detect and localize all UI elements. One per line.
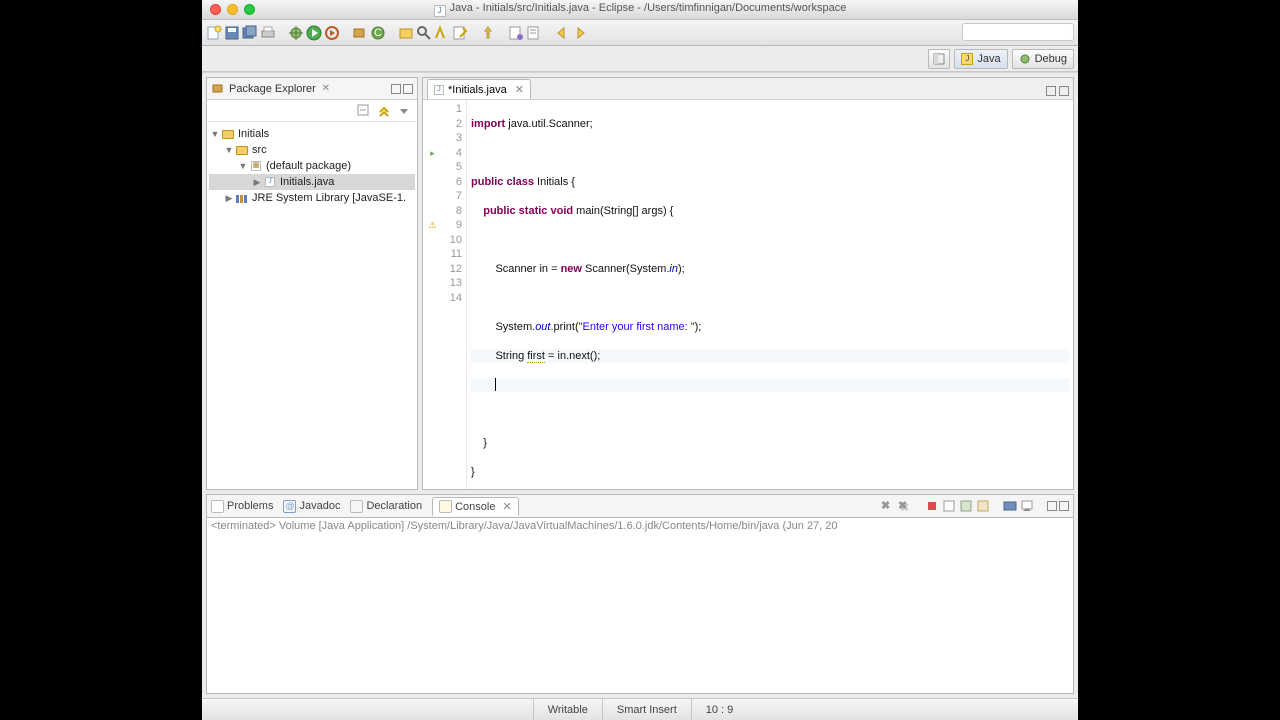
package-explorer-header: Package Explorer ✕: [207, 78, 417, 100]
console-line: <terminated> Volume [Java Application] /…: [211, 520, 1069, 532]
package-explorer-view: Package Explorer ✕ ▼Initials ▼src ▼▦(def…: [206, 77, 418, 490]
tree-file-initials[interactable]: ▶JInitials.java: [209, 174, 415, 190]
tree-jre-library[interactable]: ▶JRE System Library [JavaSE-1.: [209, 190, 415, 206]
new-package-icon[interactable]: [352, 25, 368, 41]
status-insert-mode: Smart Insert: [602, 699, 691, 720]
tree-project[interactable]: ▼Initials: [209, 126, 415, 142]
new-icon[interactable]: [206, 25, 222, 41]
remove-launch-icon[interactable]: ✖: [881, 499, 896, 514]
package-explorer-toolbar: [207, 100, 417, 122]
maximize-bottom-icon[interactable]: [1059, 501, 1069, 511]
declaration-tab[interactable]: Declaration: [350, 500, 422, 513]
warning-marker-icon[interactable]: ⚠: [423, 218, 442, 233]
close-view-icon[interactable]: ✕: [320, 83, 332, 95]
code-editor[interactable]: ▸ ⚠ 1234567891011121314 import java.util…: [423, 100, 1073, 489]
text-cursor: [495, 378, 496, 391]
scroll-lock-icon[interactable]: [959, 499, 974, 514]
bottom-tabs: Problems @Javadoc Declaration Console✕ ✖…: [206, 494, 1074, 517]
main-toolbar: C: [202, 20, 1078, 46]
svg-text:C: C: [374, 27, 382, 39]
close-console-icon[interactable]: ✕: [502, 500, 511, 513]
perspective-bar: JJava Debug: [202, 46, 1078, 72]
status-writable: Writable: [533, 699, 602, 720]
save-icon[interactable]: [224, 25, 240, 41]
open-console-icon[interactable]: [1020, 499, 1035, 514]
task-list-icon[interactable]: [526, 25, 542, 41]
maximize-view-icon[interactable]: [403, 84, 413, 94]
task-icon[interactable]: [508, 25, 524, 41]
collapse-all-icon[interactable]: [357, 104, 371, 118]
editor-area: J *Initials.java ✕ ▸ ⚠: [422, 77, 1074, 490]
console-tab[interactable]: Console✕: [432, 497, 519, 516]
forward-icon[interactable]: [572, 25, 588, 41]
annotation-icon[interactable]: [452, 25, 468, 41]
quick-access-input[interactable]: [962, 23, 1074, 41]
bottom-panel: Problems @Javadoc Declaration Console✕ ✖…: [206, 494, 1074, 694]
javadoc-tab[interactable]: @Javadoc: [283, 500, 340, 513]
minimize-view-icon[interactable]: [391, 84, 401, 94]
project-tree[interactable]: ▼Initials ▼src ▼▦(default package) ▶JIni…: [207, 122, 417, 489]
code-body[interactable]: import java.util.Scanner; public class I…: [467, 100, 1073, 489]
run-icon[interactable]: [306, 25, 322, 41]
problems-tab[interactable]: Problems: [211, 500, 273, 513]
search-icon[interactable]: [416, 25, 432, 41]
console-toolbar: ✖ ✖: [881, 499, 1069, 514]
minimize-bottom-icon[interactable]: [1047, 501, 1057, 511]
pin-console-icon[interactable]: [976, 499, 991, 514]
declaration-icon: [350, 500, 363, 513]
remove-all-launches-icon[interactable]: ✖: [898, 499, 913, 514]
display-console-icon[interactable]: [1003, 499, 1018, 514]
javadoc-icon: @: [283, 500, 296, 513]
editor-tab-label: *Initials.java: [448, 84, 507, 96]
view-menu-icon[interactable]: [397, 104, 411, 118]
new-class-icon[interactable]: C: [370, 25, 386, 41]
debug-perspective-button[interactable]: Debug: [1012, 49, 1074, 69]
debug-icon[interactable]: [288, 25, 304, 41]
eclipse-window: JJava - Initials/src/Initials.java - Ecl…: [202, 0, 1078, 720]
java-file-icon: J: [434, 85, 444, 95]
status-bar: Writable Smart Insert 10 : 9: [202, 698, 1078, 720]
console-output[interactable]: <terminated> Volume [Java Application] /…: [206, 517, 1074, 694]
editor-tab-initials[interactable]: J *Initials.java ✕: [427, 79, 531, 99]
tree-package[interactable]: ▼▦(default package): [209, 158, 415, 174]
package-explorer-icon: [211, 82, 225, 96]
override-marker-icon: ▸: [423, 146, 442, 161]
package-explorer-title: Package Explorer: [229, 83, 316, 95]
open-type-icon[interactable]: [398, 25, 414, 41]
status-cursor-position: 10 : 9: [691, 699, 748, 720]
save-all-icon[interactable]: [242, 25, 258, 41]
window-title: JJava - Initials/src/Initials.java - Ecl…: [202, 2, 1078, 17]
editor-tabs: J *Initials.java ✕: [423, 78, 1073, 100]
workbench: Package Explorer ✕ ▼Initials ▼src ▼▦(def…: [202, 72, 1078, 494]
tree-src[interactable]: ▼src: [209, 142, 415, 158]
run-last-icon[interactable]: [324, 25, 340, 41]
open-perspective-button[interactable]: [928, 49, 950, 69]
print-icon[interactable]: [260, 25, 276, 41]
toggle-mark-icon[interactable]: [434, 25, 450, 41]
minimize-editor-icon[interactable]: [1046, 86, 1056, 96]
marker-gutter: ▸ ⚠: [423, 100, 443, 489]
link-editor-icon[interactable]: [377, 104, 391, 118]
maximize-editor-icon[interactable]: [1059, 86, 1069, 96]
line-numbers: 1234567891011121314: [443, 100, 467, 489]
java-perspective-button[interactable]: JJava: [954, 49, 1007, 69]
titlebar: JJava - Initials/src/Initials.java - Ecl…: [202, 0, 1078, 20]
close-tab-icon[interactable]: ✕: [515, 83, 524, 96]
terminate-icon[interactable]: [925, 499, 940, 514]
back-icon[interactable]: [554, 25, 570, 41]
console-icon: [439, 500, 452, 513]
pin-icon[interactable]: [480, 25, 496, 41]
clear-console-icon[interactable]: [942, 499, 957, 514]
problems-icon: [211, 500, 224, 513]
